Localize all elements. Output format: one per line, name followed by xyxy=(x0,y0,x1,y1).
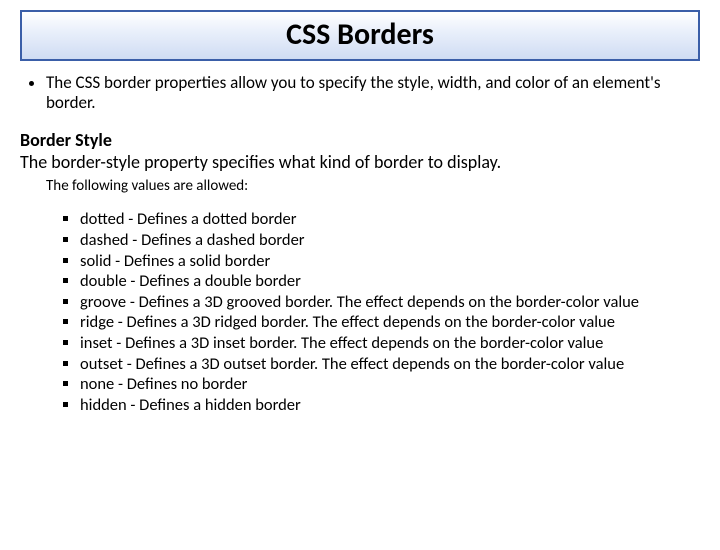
allowed-values-intro: The following values are allowed: xyxy=(46,177,700,195)
list-item: none - Defines no border xyxy=(80,374,700,395)
list-item: hidden - Defines a hidden border xyxy=(80,395,700,416)
section-subheading: The border-style property specifies what… xyxy=(20,152,700,174)
content-area: The CSS border properties allow you to s… xyxy=(0,73,720,416)
list-item: solid - Defines a solid border xyxy=(80,251,700,272)
page-title: CSS Borders xyxy=(22,16,698,53)
intro-item: The CSS border properties allow you to s… xyxy=(46,73,700,112)
values-list: dotted - Defines a dotted border dashed … xyxy=(54,209,700,415)
intro-list: The CSS border properties allow you to s… xyxy=(20,73,700,112)
list-item: groove - Defines a 3D grooved border. Th… xyxy=(80,292,700,313)
list-item: outset - Defines a 3D outset border. The… xyxy=(80,354,700,375)
title-box: CSS Borders xyxy=(20,10,700,61)
list-item: dotted - Defines a dotted border xyxy=(80,209,700,230)
list-item: ridge - Defines a 3D ridged border. The … xyxy=(80,312,700,333)
list-item: double - Defines a double border xyxy=(80,271,700,292)
list-item: dashed - Defines a dashed border xyxy=(80,230,700,251)
list-item: inset - Defines a 3D inset border. The e… xyxy=(80,333,700,354)
section-heading: Border Style xyxy=(20,130,700,152)
